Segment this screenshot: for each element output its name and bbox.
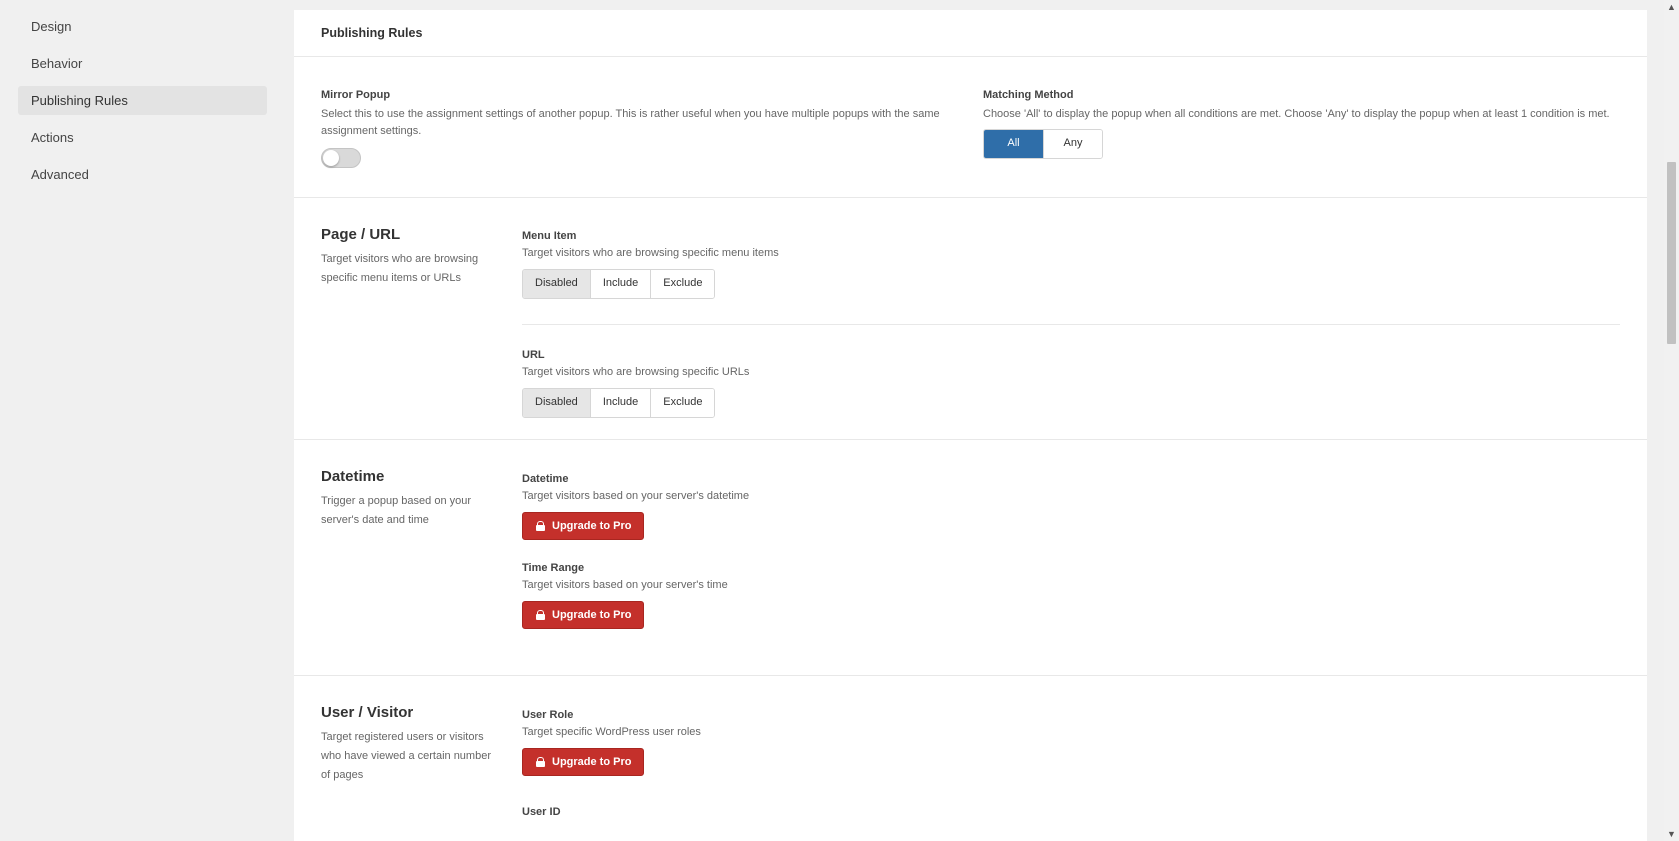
page-url-title: Page / URL bbox=[321, 226, 401, 243]
upgrade-label: Upgrade to Pro bbox=[552, 520, 632, 532]
upgrade-label: Upgrade to Pro bbox=[552, 609, 632, 621]
lock-icon bbox=[536, 610, 545, 620]
sidebar-item-publishing-rules[interactable]: Publishing Rules bbox=[18, 86, 267, 115]
scroll-thumb[interactable] bbox=[1667, 162, 1676, 344]
time-range-upgrade-button[interactable]: Upgrade to Pro bbox=[522, 601, 645, 629]
datetime-section: Datetime Trigger a popup based on your s… bbox=[294, 440, 1647, 676]
mirror-popup-toggle[interactable] bbox=[321, 148, 361, 168]
publishing-rules-panel: Publishing Rules Mirror Popup Select thi… bbox=[294, 10, 1647, 841]
user-visitor-desc: Target registered users or visitors who … bbox=[321, 731, 491, 781]
matching-all-button[interactable]: All bbox=[984, 130, 1043, 158]
mirror-popup-desc: Select this to use the assignment settin… bbox=[321, 108, 940, 137]
user-id-field: User ID bbox=[522, 776, 1620, 818]
top-settings-row: Mirror Popup Select this to use the assi… bbox=[294, 57, 1647, 198]
datetime-desc: Trigger a popup based on your server's d… bbox=[321, 495, 472, 526]
user-visitor-section: User / Visitor Target registered users o… bbox=[294, 676, 1647, 841]
menu-item-include-button[interactable]: Include bbox=[589, 270, 651, 298]
panel-title: Publishing Rules bbox=[321, 26, 423, 40]
sidebar-item-design[interactable]: Design bbox=[18, 12, 267, 41]
url-desc: Target visitors who are browsing specifi… bbox=[522, 366, 750, 378]
page-url-fields: Menu Item Target visitors who are browsi… bbox=[522, 198, 1647, 418]
scroll-down-icon[interactable]: ▼ bbox=[1664, 827, 1679, 841]
url-options: Disabled Include Exclude bbox=[522, 388, 716, 418]
matching-method-desc: Choose 'All' to display the popup when a… bbox=[983, 108, 1610, 120]
url-include-button[interactable]: Include bbox=[589, 389, 651, 417]
upgrade-label: Upgrade to Pro bbox=[552, 756, 632, 768]
user-id-label: User ID bbox=[522, 806, 561, 818]
page-scrollbar[interactable]: ▲ ▼ bbox=[1664, 0, 1679, 841]
matching-any-button[interactable]: Any bbox=[1043, 130, 1102, 158]
url-exclude-button[interactable]: Exclude bbox=[650, 389, 715, 417]
page-url-intro: Page / URL Target visitors who are brows… bbox=[321, 226, 501, 288]
user-visitor-intro: User / Visitor Target registered users o… bbox=[321, 704, 501, 785]
user-role-upgrade-button[interactable]: Upgrade to Pro bbox=[522, 748, 645, 776]
time-range-desc: Target visitors based on your server's t… bbox=[522, 579, 728, 591]
datetime-upgrade-button[interactable]: Upgrade to Pro bbox=[522, 512, 645, 540]
matching-method-field: Matching Method Choose 'All' to display … bbox=[983, 89, 1623, 159]
user-visitor-title: User / Visitor bbox=[321, 704, 414, 721]
user-role-label: User Role bbox=[522, 709, 574, 721]
menu-item-label: Menu Item bbox=[522, 230, 577, 242]
lock-icon bbox=[536, 757, 545, 767]
sidebar-item-behavior[interactable]: Behavior bbox=[18, 49, 267, 78]
url-disabled-button[interactable]: Disabled bbox=[523, 389, 590, 417]
page-url-desc: Target visitors who are browsing specifi… bbox=[321, 253, 479, 284]
datetime-field-label: Datetime bbox=[522, 473, 569, 485]
mirror-popup-label: Mirror Popup bbox=[321, 89, 391, 101]
user-visitor-fields: User Role Target specific WordPress user… bbox=[522, 676, 1647, 818]
sidebar-item-advanced[interactable]: Advanced bbox=[18, 160, 267, 189]
matching-method-label: Matching Method bbox=[983, 89, 1074, 101]
url-field: URL Target visitors who are browsing spe… bbox=[522, 325, 1620, 418]
user-role-field: User Role Target specific WordPress user… bbox=[522, 676, 1620, 776]
sidebar-item-actions[interactable]: Actions bbox=[18, 123, 267, 152]
lock-icon bbox=[536, 521, 545, 531]
time-range-label: Time Range bbox=[522, 562, 585, 574]
datetime-field-desc: Target visitors based on your server's d… bbox=[522, 490, 750, 502]
settings-sidebar: Design Behavior Publishing Rules Actions… bbox=[18, 12, 267, 197]
datetime-title: Datetime bbox=[321, 468, 385, 485]
menu-item-disabled-button[interactable]: Disabled bbox=[523, 270, 590, 298]
menu-item-exclude-button[interactable]: Exclude bbox=[650, 270, 715, 298]
scroll-up-icon[interactable]: ▲ bbox=[1664, 0, 1679, 14]
datetime-fields: Datetime Target visitors based on your s… bbox=[522, 440, 1647, 629]
datetime-field: Datetime Target visitors based on your s… bbox=[522, 440, 1620, 540]
menu-item-field: Menu Item Target visitors who are browsi… bbox=[522, 198, 1620, 299]
page-url-section: Page / URL Target visitors who are brows… bbox=[294, 198, 1647, 440]
menu-item-desc: Target visitors who are browsing specifi… bbox=[522, 247, 779, 259]
time-range-field: Time Range Target visitors based on your… bbox=[522, 540, 1620, 629]
panel-header: Publishing Rules bbox=[294, 10, 1647, 57]
mirror-popup-field: Mirror Popup Select this to use the assi… bbox=[321, 89, 961, 168]
url-label: URL bbox=[522, 349, 545, 361]
user-role-desc: Target specific WordPress user roles bbox=[522, 726, 701, 738]
menu-item-options: Disabled Include Exclude bbox=[522, 269, 716, 299]
matching-method-toggle: All Any bbox=[983, 129, 1103, 159]
datetime-intro: Datetime Trigger a popup based on your s… bbox=[321, 468, 501, 530]
